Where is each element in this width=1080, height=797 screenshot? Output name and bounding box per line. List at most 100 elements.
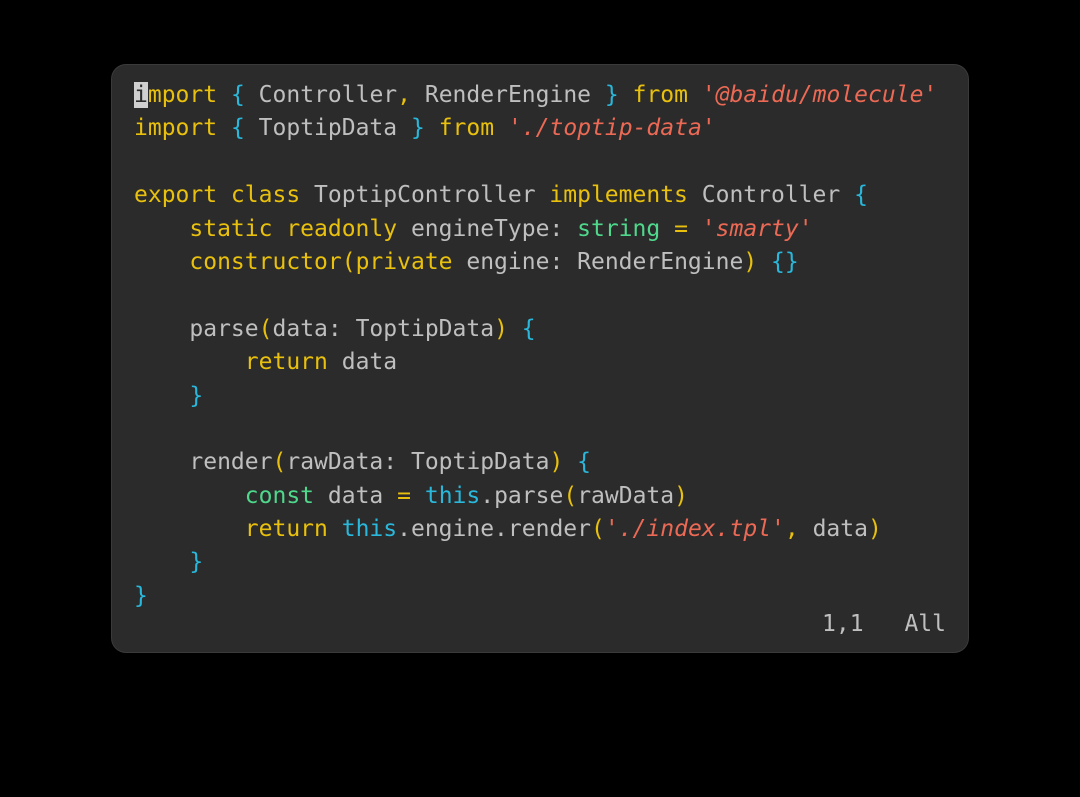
code-token: return <box>244 516 328 543</box>
code-token: engineType: <box>397 215 578 242</box>
code-token: } <box>189 549 204 576</box>
code-line: constructor(private engine: RenderEngine… <box>134 246 946 279</box>
code-token: rawData: ToptipData <box>286 449 550 476</box>
code-line: render(rawData: ToptipData) { <box>134 446 946 479</box>
text-cursor: i <box>134 82 148 108</box>
code-token: data <box>314 482 398 509</box>
code-token: { <box>230 115 245 142</box>
code-token: RenderEngine <box>411 82 605 108</box>
code-token: ( <box>272 449 287 476</box>
code-token: ) <box>494 315 508 342</box>
code-token: return <box>244 349 328 376</box>
code-token: } <box>410 115 425 142</box>
code-token: } <box>604 82 619 108</box>
code-token: = <box>674 215 688 242</box>
code-token: parse <box>189 315 259 342</box>
terminal-window[interactable]: import { Controller, RenderEngine } from… <box>112 65 968 652</box>
code-token: { <box>577 449 592 476</box>
code-line: } <box>134 546 946 579</box>
code-token: .parse <box>480 482 564 509</box>
code-token: constructor <box>189 248 342 275</box>
code-token: private <box>355 248 453 275</box>
code-line: return this.engine.render('./index.tpl',… <box>134 513 946 546</box>
code-line: export class ToptipController implements… <box>134 179 946 212</box>
code-token: data <box>798 516 868 543</box>
code-token: string <box>577 215 661 242</box>
code-token: this <box>424 482 481 509</box>
code-line: import { ToptipData } from './toptip-dat… <box>134 112 946 145</box>
code-token: ( <box>258 315 273 342</box>
code-token: static readonly <box>189 215 398 242</box>
code-token: rawData <box>577 482 675 509</box>
code-editor-area[interactable]: import { Controller, RenderEngine } from… <box>112 79 968 652</box>
code-token: ) <box>674 482 688 509</box>
code-token: {} <box>771 248 799 275</box>
code-token: { <box>521 315 536 342</box>
code-line: return data <box>134 346 946 379</box>
code-token: '@baidu/molecule' <box>701 82 938 108</box>
code-token: } <box>134 582 148 609</box>
code-token: ( <box>591 516 605 543</box>
code-token: ) <box>867 516 882 543</box>
editor-status-line: 1,1 All <box>112 608 968 641</box>
status-scroll-indicator: All <box>904 611 946 637</box>
code-line: const data = this.parse(rawData) <box>134 480 946 513</box>
code-token: ToptipData <box>244 115 411 142</box>
code-token: render <box>189 449 273 476</box>
code-token: , <box>784 516 799 543</box>
code-token: import <box>134 115 218 142</box>
code-token: './toptip-data' <box>507 115 716 142</box>
code-line: } <box>134 380 946 413</box>
code-token: engine: RenderEngine <box>452 248 744 275</box>
code-token: 'smarty' <box>701 215 813 242</box>
code-token: ToptipController <box>300 182 550 209</box>
code-token: .engine.render <box>397 516 591 543</box>
code-token: data <box>327 349 398 376</box>
code-token: ) <box>549 449 564 476</box>
code-token: const <box>244 482 315 509</box>
code-token: ) <box>743 248 758 275</box>
code-token: Controller <box>244 82 398 108</box>
code-token: './index.tpl' <box>604 516 785 543</box>
code-token: ( <box>341 248 356 275</box>
code-token: this <box>341 516 398 543</box>
code-token: , <box>397 82 412 108</box>
code-token: export class <box>134 182 301 209</box>
status-cursor-position: 1,1 <box>822 611 864 637</box>
code-line: static readonly engineType: string = 'sm… <box>134 213 946 246</box>
code-token: implements <box>549 182 688 209</box>
code-token: { <box>854 182 868 209</box>
code-token: = <box>397 482 411 509</box>
code-token: Controller <box>687 182 855 209</box>
code-token: from <box>438 115 495 142</box>
code-line: parse(data: ToptipData) { <box>134 313 946 346</box>
code-token: data: ToptipData <box>272 315 495 342</box>
code-token: } <box>189 382 204 409</box>
code-token: { <box>230 82 245 108</box>
